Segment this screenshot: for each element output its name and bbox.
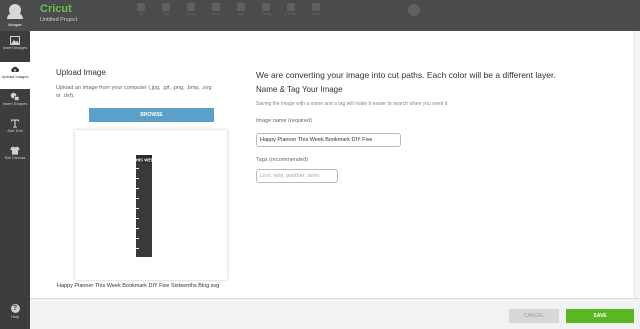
browse-button[interactable]: BROWSE bbox=[89, 108, 214, 122]
app-window: Morgan Insert Images Upload Images Inser… bbox=[0, 0, 640, 329]
sidebar-item-label: Insert Shapes bbox=[2, 101, 28, 106]
tags-label: Tags (recommended) bbox=[256, 157, 308, 163]
toolbar-size-button[interactable]: Size bbox=[155, 3, 177, 23]
sidebar-item-set-canvas[interactable]: Set Canvas bbox=[0, 143, 30, 170]
text-icon bbox=[11, 119, 19, 128]
sidebar-item-upload-images[interactable]: Upload Images bbox=[0, 62, 30, 89]
save-button[interactable]: SAVE bbox=[566, 309, 634, 323]
left-sidebar: Morgan Insert Images Upload Images Inser… bbox=[0, 0, 30, 329]
toolbar-label: Edit bbox=[237, 12, 245, 16]
scrollbar[interactable] bbox=[634, 31, 640, 298]
toolbar-redo-button[interactable]: Redo bbox=[205, 3, 227, 23]
conversion-message: We are converting your image into cut pa… bbox=[256, 70, 556, 80]
toolbar-flatten-button[interactable]: Flatten bbox=[280, 3, 302, 23]
toolbar-label: Redo bbox=[211, 12, 221, 16]
image-name-label: Image name (required) bbox=[256, 118, 312, 124]
upload-panel: Upload Image Upload an image from your c… bbox=[56, 68, 246, 100]
toolbar-group-button[interactable]: Group bbox=[255, 3, 277, 23]
sidebar-item-label: Help bbox=[10, 314, 20, 319]
sidebar-item-label: Upload Images bbox=[1, 74, 29, 79]
sidebar-item-add-text[interactable]: Add Text bbox=[0, 116, 30, 143]
shirt-icon bbox=[10, 146, 20, 155]
cloud-upload-icon bbox=[11, 66, 20, 72]
toolbar-label: Flatten bbox=[285, 12, 297, 16]
bookmark-title-text: #THIS WEEK bbox=[131, 158, 158, 163]
name-tag-heading: Name & Tag Your Image bbox=[256, 85, 343, 94]
toolbar-edit-button[interactable]: Edit bbox=[230, 3, 252, 23]
group-icon bbox=[262, 3, 270, 11]
uploaded-filename: Happy Planner This Week Bookmark DIY Fiv… bbox=[57, 283, 220, 289]
edit-icon bbox=[237, 3, 245, 11]
sidebar-item-insert-images[interactable]: Insert Images bbox=[0, 33, 30, 60]
footer-bar: CANCEL SAVE bbox=[30, 298, 640, 329]
toolbar-label: Fill bbox=[138, 12, 144, 16]
toolbar-label: Undo bbox=[186, 12, 196, 16]
toolbar-attach-button[interactable]: Attach bbox=[305, 3, 327, 23]
sidebar-item-label: Set Canvas bbox=[4, 155, 26, 160]
profile-menu[interactable]: Morgan bbox=[0, 0, 30, 31]
fill-icon bbox=[137, 3, 145, 11]
sidebar-item-insert-shapes[interactable]: Insert Shapes bbox=[0, 89, 30, 116]
flatten-icon bbox=[287, 3, 295, 11]
help-icon: ? bbox=[10, 304, 20, 313]
redo-icon bbox=[212, 3, 220, 11]
tags-input[interactable] bbox=[256, 169, 338, 183]
avatar-icon bbox=[7, 13, 23, 19]
toolbar-undo-button[interactable]: Undo bbox=[180, 3, 202, 23]
attach-icon bbox=[312, 3, 320, 11]
sidebar-item-label: Insert Images bbox=[2, 45, 28, 50]
image-preview: #THIS WEEK bbox=[75, 130, 227, 280]
sidebar-item-help[interactable]: ? Help bbox=[0, 304, 30, 326]
toolbar-fill-button[interactable]: Fill bbox=[130, 3, 152, 23]
upload-title: Upload Image bbox=[56, 68, 106, 77]
profile-name: Morgan bbox=[8, 22, 22, 27]
image-icon bbox=[10, 36, 20, 45]
undo-icon bbox=[187, 3, 195, 11]
upload-description: Upload an image from your computer (.jpg… bbox=[56, 85, 212, 99]
go-icon[interactable] bbox=[408, 4, 420, 16]
shapes-icon bbox=[10, 92, 20, 101]
toolbar-label: Attach bbox=[311, 12, 321, 16]
top-toolbar: Cricut Untitled Project Fill Size Undo R… bbox=[30, 0, 640, 31]
image-name-input[interactable] bbox=[256, 133, 401, 147]
bookmark-preview-image: #THIS WEEK bbox=[131, 155, 158, 257]
toolbar-label: Group bbox=[261, 12, 271, 16]
cricut-logo: Cricut bbox=[40, 3, 72, 15]
project-name[interactable]: Untitled Project bbox=[40, 17, 77, 23]
size-icon bbox=[162, 3, 170, 11]
sidebar-item-label: Add Text bbox=[7, 128, 23, 133]
toolbar-label: Size bbox=[162, 12, 170, 16]
naming-panel: We are converting your image into cut pa… bbox=[256, 70, 606, 107]
cancel-button[interactable]: CANCEL bbox=[509, 309, 559, 323]
save-hint: Saving the image with a name and a tag w… bbox=[256, 101, 449, 107]
